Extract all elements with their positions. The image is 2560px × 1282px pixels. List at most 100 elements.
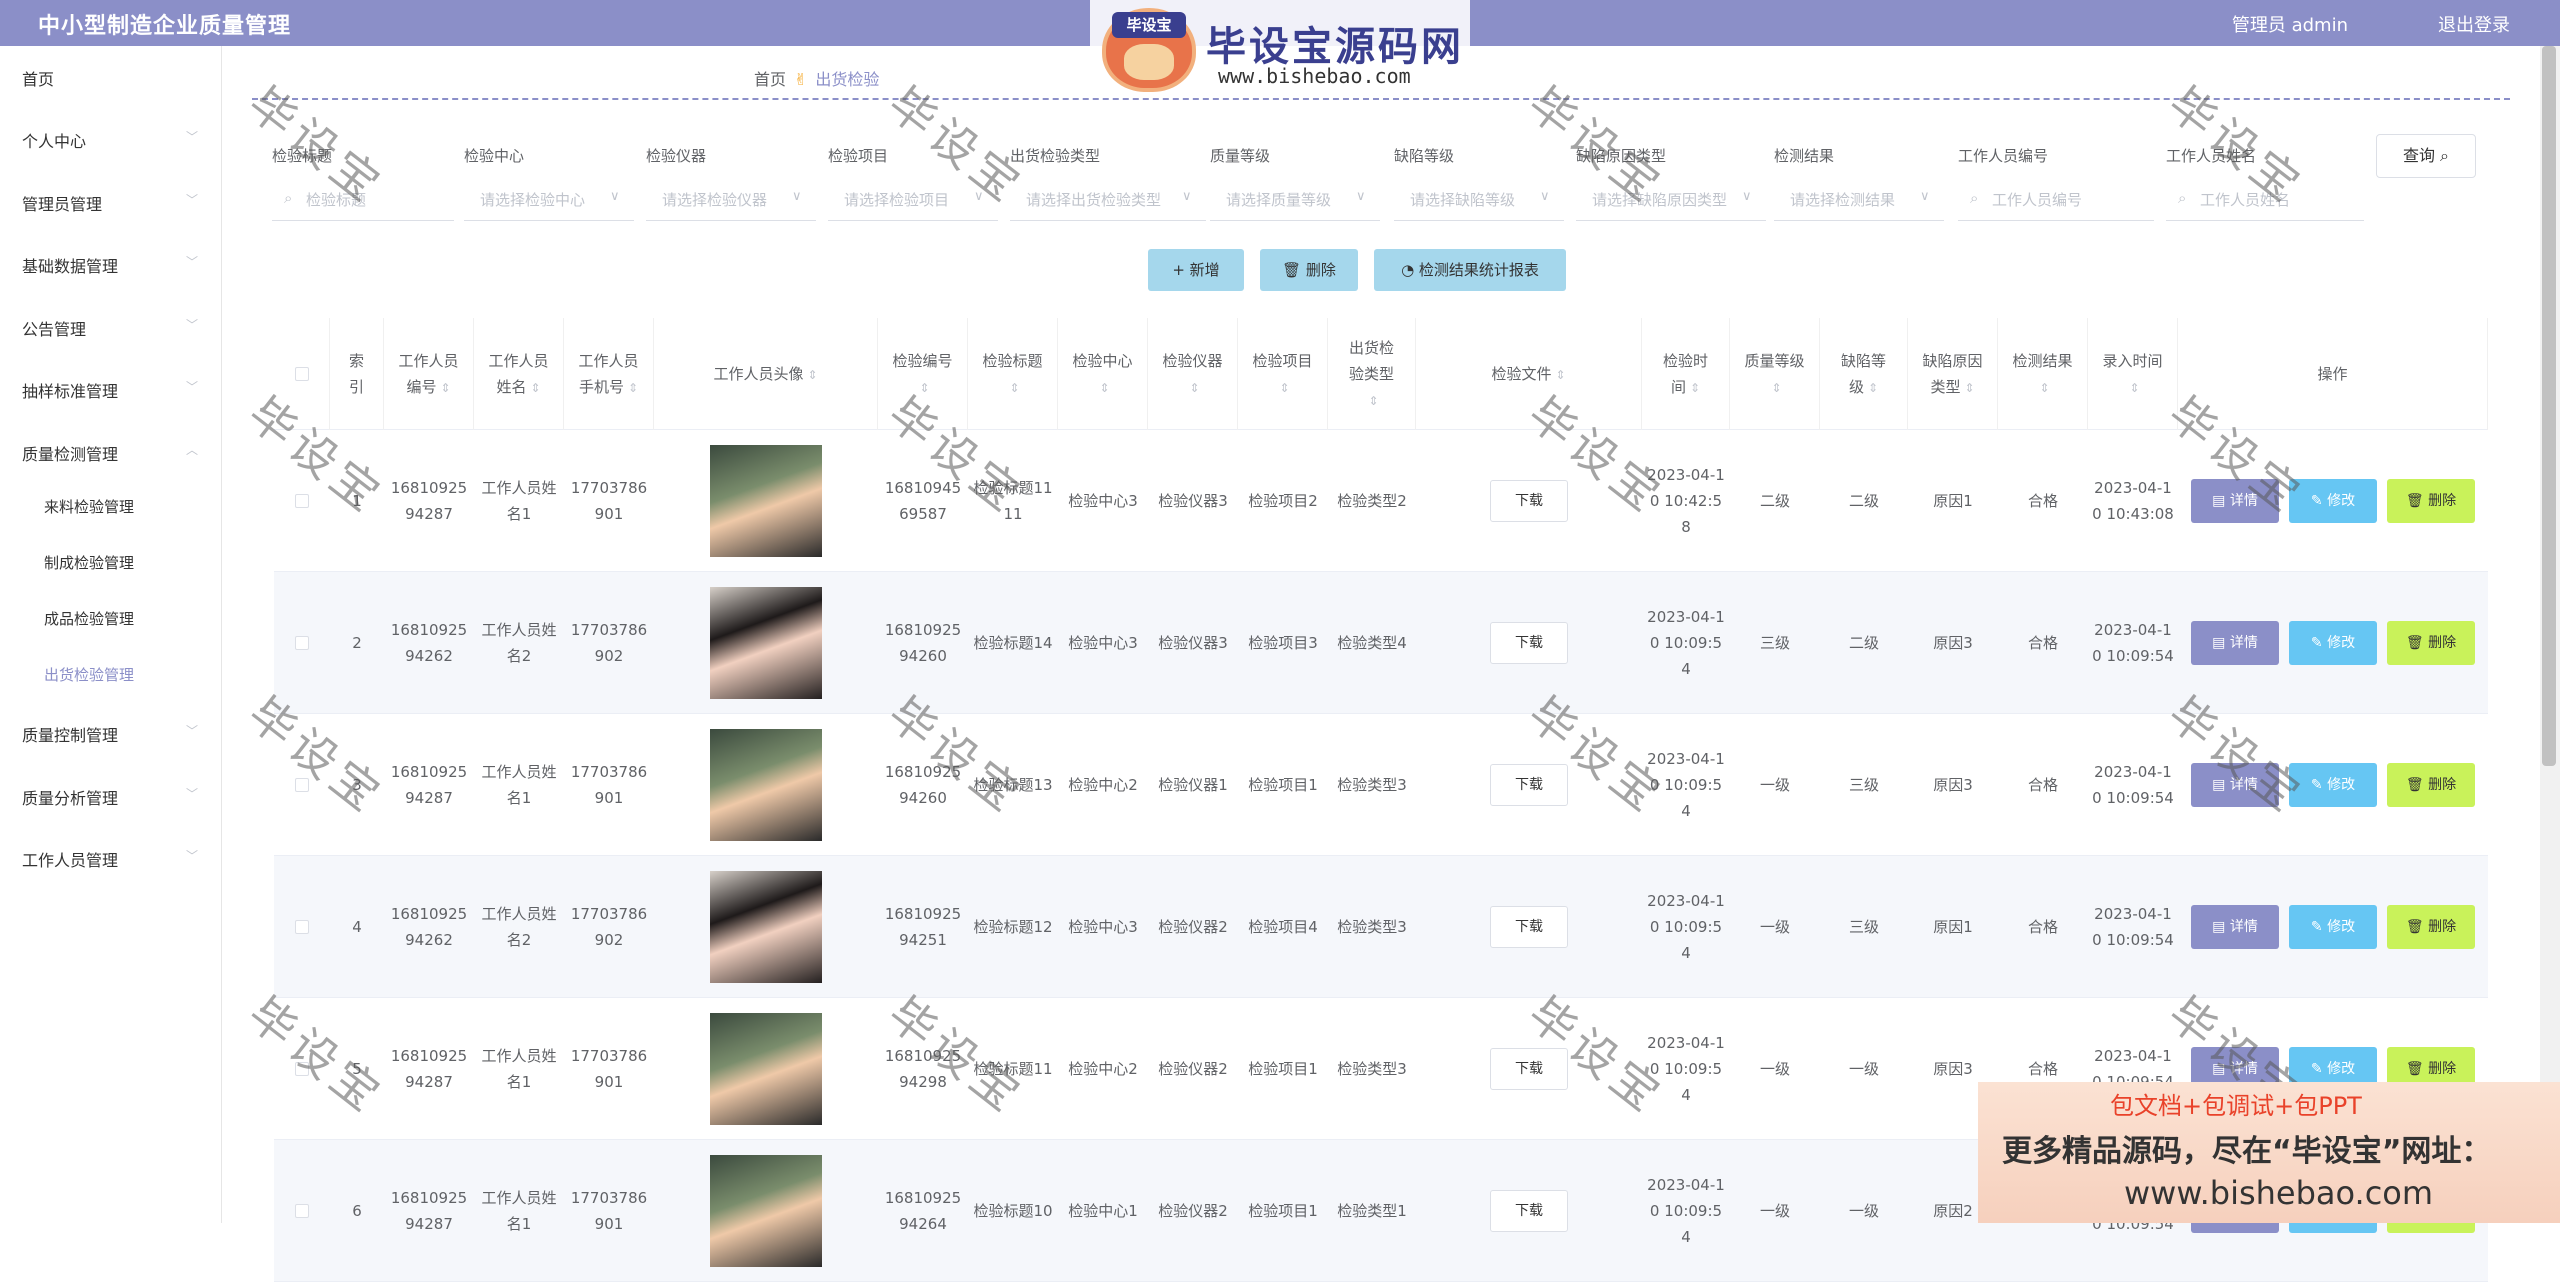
sidebar-item-8[interactable]: 制成检验管理 (0, 542, 222, 582)
query-button[interactable]: 查询 ⌕ (2376, 134, 2476, 178)
column-header[interactable]: 检验中心 ⇕ (1058, 318, 1148, 430)
column-header[interactable]: 检验项目 ⇕ (1238, 318, 1328, 430)
column-header[interactable]: 出货检验类型 ⇕ (1328, 318, 1416, 430)
sort-icon[interactable]: ⇕ (1189, 381, 1199, 395)
column-header[interactable]: 缺陷等级 ⇕ (1820, 318, 1908, 430)
download-button[interactable]: 下载 (1490, 906, 1568, 948)
detail-button[interactable]: ▤ 详情 (2191, 621, 2279, 665)
sidebar-item-13[interactable]: 工作人员管理 ﹀ (0, 837, 222, 877)
cell-index: 5 (352, 1060, 362, 1078)
column-header[interactable]: 检验时间 ⇕ (1642, 318, 1730, 430)
cell-time: 2023-04-10 10:09:54 (1647, 1176, 1725, 1246)
table-row[interactable]: 3 1681092594287 工作人员姓名1 17703786901 16810925… (274, 714, 2488, 856)
chevron-down-icon: ∨ (610, 189, 620, 204)
sidebar-item-10[interactable]: 出货检验管理 (0, 654, 222, 694)
edit-button[interactable]: ✎ 修改 (2289, 905, 2377, 949)
detail-button[interactable]: ▤ 详情 (2191, 905, 2279, 949)
row-checkbox[interactable] (295, 1062, 309, 1076)
sort-icon[interactable]: ⇕ (1009, 381, 1019, 395)
sidebar-item-11[interactable]: 质量控制管理 ﹀ (0, 712, 222, 752)
sort-icon[interactable]: ⇕ (807, 368, 817, 382)
cell-staff_name: 工作人员姓名1 (481, 1189, 557, 1233)
row-checkbox[interactable] (295, 494, 309, 508)
column-header[interactable]: 检验文件 ⇕ (1416, 318, 1642, 430)
table-row[interactable]: 1 1681092594287 工作人员姓名1 17703786901 16810945… (274, 430, 2488, 572)
sort-icon[interactable]: ⇕ (1555, 368, 1565, 382)
sort-icon[interactable]: ⇕ (2039, 381, 2049, 395)
column-header[interactable]: 工作人员手机号 ⇕ (564, 318, 654, 430)
delete-button[interactable]: 🗑 删除 (2387, 905, 2475, 949)
column-header[interactable]: 检测结果 ⇕ (1998, 318, 2088, 430)
select-all-checkbox[interactable] (294, 367, 309, 381)
column-header[interactable]: 缺陷原因类型 ⇕ (1908, 318, 1998, 430)
table-row[interactable]: 2 1681092594262 工作人员姓名2 17703786902 16810925… (274, 572, 2488, 714)
sort-icon[interactable]: ⇕ (1690, 381, 1700, 395)
cell-index: 2 (352, 634, 362, 652)
column-header[interactable]: 工作人员编号 ⇕ (384, 318, 474, 430)
delete-button[interactable]: 🗑 删除 (2387, 621, 2475, 665)
sidebar-item-5[interactable]: 抽样标准管理 ﹀ (0, 368, 222, 408)
detail-button[interactable]: ▤ 详情 (2191, 763, 2279, 807)
sort-icon[interactable]: ⇕ (919, 381, 929, 395)
sort-icon[interactable]: ⇕ (628, 381, 638, 395)
delete-button[interactable]: 🗑 删除 (2387, 479, 2475, 523)
sidebar-item-0[interactable]: 首页 (0, 56, 222, 96)
cell-item: 检验项目1 (1248, 776, 1318, 794)
column-header[interactable]: 工作人员头像 ⇕ (654, 318, 878, 430)
row-checkbox[interactable] (295, 1204, 309, 1218)
sort-icon[interactable]: ⇕ (1279, 381, 1289, 395)
statistics-report-button[interactable]: ◔ 检测结果统计报表 (1374, 249, 1566, 291)
sidebar-item-1[interactable]: 个人中心 ﹀ (0, 118, 222, 158)
promo-banner[interactable]: 包文档+包调试+包PPT 更多精品源码，尽在“毕设宝”网址： www.bishe… (1978, 1082, 2560, 1223)
filter-placeholder: 请选择质量等级 (1226, 191, 1332, 209)
search-icon: ⌕ (2178, 189, 2187, 207)
breadcrumb-home[interactable]: 首页 (754, 70, 786, 89)
sidebar-item-6[interactable]: 质量检测管理 ︿ (0, 431, 222, 471)
cell-index: 6 (352, 1202, 362, 1220)
row-checkbox[interactable] (295, 920, 309, 934)
row-checkbox[interactable] (295, 636, 309, 650)
sort-icon[interactable]: ⇕ (1771, 381, 1781, 395)
edit-button[interactable]: ✎ 修改 (2289, 621, 2377, 665)
sort-icon[interactable]: ⇕ (530, 381, 540, 395)
sidebar-item-3[interactable]: 基础数据管理 ﹀ (0, 243, 222, 283)
cell-quality: 二级 (1759, 492, 1790, 510)
filter-placeholder: 请选择缺陷原因类型 (1592, 191, 1728, 209)
sidebar-item-9[interactable]: 成品检验管理 (0, 598, 222, 638)
sidebar-item-2[interactable]: 管理员管理 ﹀ (0, 181, 222, 221)
cell-select (274, 430, 330, 572)
sort-icon[interactable]: ⇕ (2129, 381, 2139, 395)
logout-link[interactable]: 退出登录 (2438, 11, 2510, 37)
table-row[interactable]: 4 1681092594262 工作人员姓名2 17703786902 16810925… (274, 856, 2488, 998)
column-header-label: 检验标题 (982, 351, 1043, 370)
column-header[interactable]: 检验标题 ⇕ (968, 318, 1058, 430)
edit-button[interactable]: ✎ 修改 (2289, 763, 2377, 807)
download-button[interactable]: 下载 (1490, 622, 1568, 664)
sort-icon[interactable]: ⇕ (1368, 394, 1378, 408)
add-button[interactable]: + 新增 (1148, 249, 1244, 291)
sort-icon[interactable]: ⇕ (1868, 381, 1878, 395)
filter-label: 检验项目 (828, 147, 889, 165)
sidebar-item-4[interactable]: 公告管理 ﹀ (0, 306, 222, 346)
sidebar-item-12[interactable]: 质量分析管理 ﹀ (0, 775, 222, 815)
sidebar-item-7[interactable]: 来料检验管理 (0, 486, 222, 526)
column-header[interactable]: 录入时间 ⇕ (2088, 318, 2178, 430)
download-button[interactable]: 下载 (1490, 1190, 1568, 1232)
column-header[interactable]: 检验编号 ⇕ (878, 318, 968, 430)
avatar (710, 871, 822, 983)
download-button[interactable]: 下载 (1490, 1048, 1568, 1090)
download-button[interactable]: 下载 (1490, 480, 1568, 522)
delete-button[interactable]: 🗑 删除 (2387, 763, 2475, 807)
detail-button[interactable]: ▤ 详情 (2191, 479, 2279, 523)
sort-icon[interactable]: ⇕ (440, 381, 450, 395)
column-header[interactable]: 工作人员姓名 ⇕ (474, 318, 564, 430)
edit-button[interactable]: ✎ 修改 (2289, 479, 2377, 523)
column-header[interactable]: 检验仪器 ⇕ (1148, 318, 1238, 430)
sort-icon[interactable]: ⇕ (1964, 381, 1974, 395)
row-checkbox[interactable] (295, 778, 309, 792)
batch-delete-button[interactable]: 🗑 删除 (1260, 249, 1358, 291)
scrollbar-thumb[interactable] (2542, 46, 2556, 766)
column-header[interactable]: 质量等级 ⇕ (1730, 318, 1820, 430)
sort-icon[interactable]: ⇕ (1099, 381, 1109, 395)
download-button[interactable]: 下载 (1490, 764, 1568, 806)
